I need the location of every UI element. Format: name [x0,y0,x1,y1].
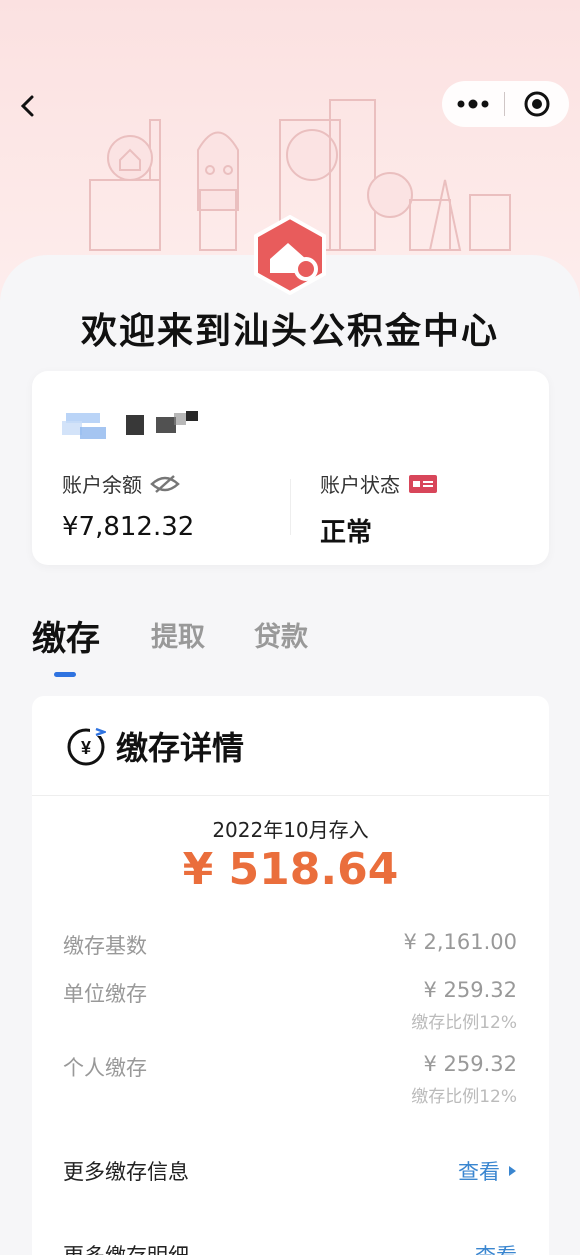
status-label-row: 账户状态 [320,469,438,498]
more-info-label: 更多缴存信息 [63,1160,189,1184]
house-logo-icon [254,214,326,296]
welcome-title: 欢迎来到汕头公积金中心 [80,311,499,352]
blurred-name [62,411,198,439]
deposit-period: 2022年10月存入 [212,818,369,842]
balance-value: ¥7,812.32 [62,512,195,542]
detail-title: 缴存详情 [116,728,245,767]
more-detail-label: 更多缴存明细 [63,1240,189,1255]
employer-ratio: 缴存比例12% [411,1013,517,1033]
deposit-detail-card: ¥ 缴存详情 2022年10月存入 ¥ 518.64 缴存基数 ¥ 2,161.… [32,696,549,1255]
eye-hidden-icon[interactable] [150,473,180,495]
personal-label: 个人缴存 [63,1056,147,1080]
balance-label-row: 账户余额 [62,469,194,498]
detail-header: ¥ 缴存详情 [32,696,549,796]
tab-indicator [54,672,76,677]
tab-loan[interactable]: 贷款 [254,615,308,654]
chevron-left-icon [20,95,34,117]
more-button[interactable] [442,81,504,127]
more-info-link[interactable]: 查看 [458,1156,517,1186]
personal-value: ¥ 259.32 [423,1052,517,1076]
card-divider [290,479,291,535]
more-detail-row[interactable]: 更多缴存明细 查看 [32,1232,549,1255]
personal-ratio: 缴存比例12% [411,1087,517,1107]
employer-label: 单位缴存 [63,982,147,1006]
base-value: ¥ 2,161.00 [403,930,517,954]
account-card: 账户余额 ¥7,812.32 账户状态 正常 [32,371,549,565]
more-info-row[interactable]: 更多缴存信息 查看 [32,1148,549,1198]
status-value: 正常 [320,518,373,548]
id-card-icon [409,474,437,493]
close-button[interactable] [505,81,569,127]
view-link-text: 查看 [458,1160,500,1184]
service-tabs: 缴存 提取 贷款 [32,615,552,685]
fund-logo [250,214,330,296]
employer-value: ¥ 259.32 [423,978,517,1002]
caret-right-icon [509,1166,516,1176]
yuan-refresh-icon: ¥ [67,725,106,765]
balance-label: 账户余额 [62,473,142,497]
tab-deposit[interactable]: 缴存 [32,611,100,660]
more-dots-icon [457,99,489,109]
masked-account-name [62,407,212,447]
back-button[interactable] [8,86,48,126]
deposit-total: ¥ 518.64 [182,844,399,895]
target-close-icon [524,91,550,117]
balance-section: 账户余额 ¥7,812.32 [62,469,194,542]
mini-program-capsule [442,81,569,127]
base-label: 缴存基数 [63,934,147,958]
status-label: 账户状态 [320,473,400,497]
status-section: 账户状态 正常 [320,469,438,549]
tab-withdraw[interactable]: 提取 [151,615,205,654]
more-detail-link[interactable]: 查看 [475,1240,517,1255]
view-link-text: 查看 [475,1240,517,1255]
svg-text:¥: ¥ [81,738,91,758]
